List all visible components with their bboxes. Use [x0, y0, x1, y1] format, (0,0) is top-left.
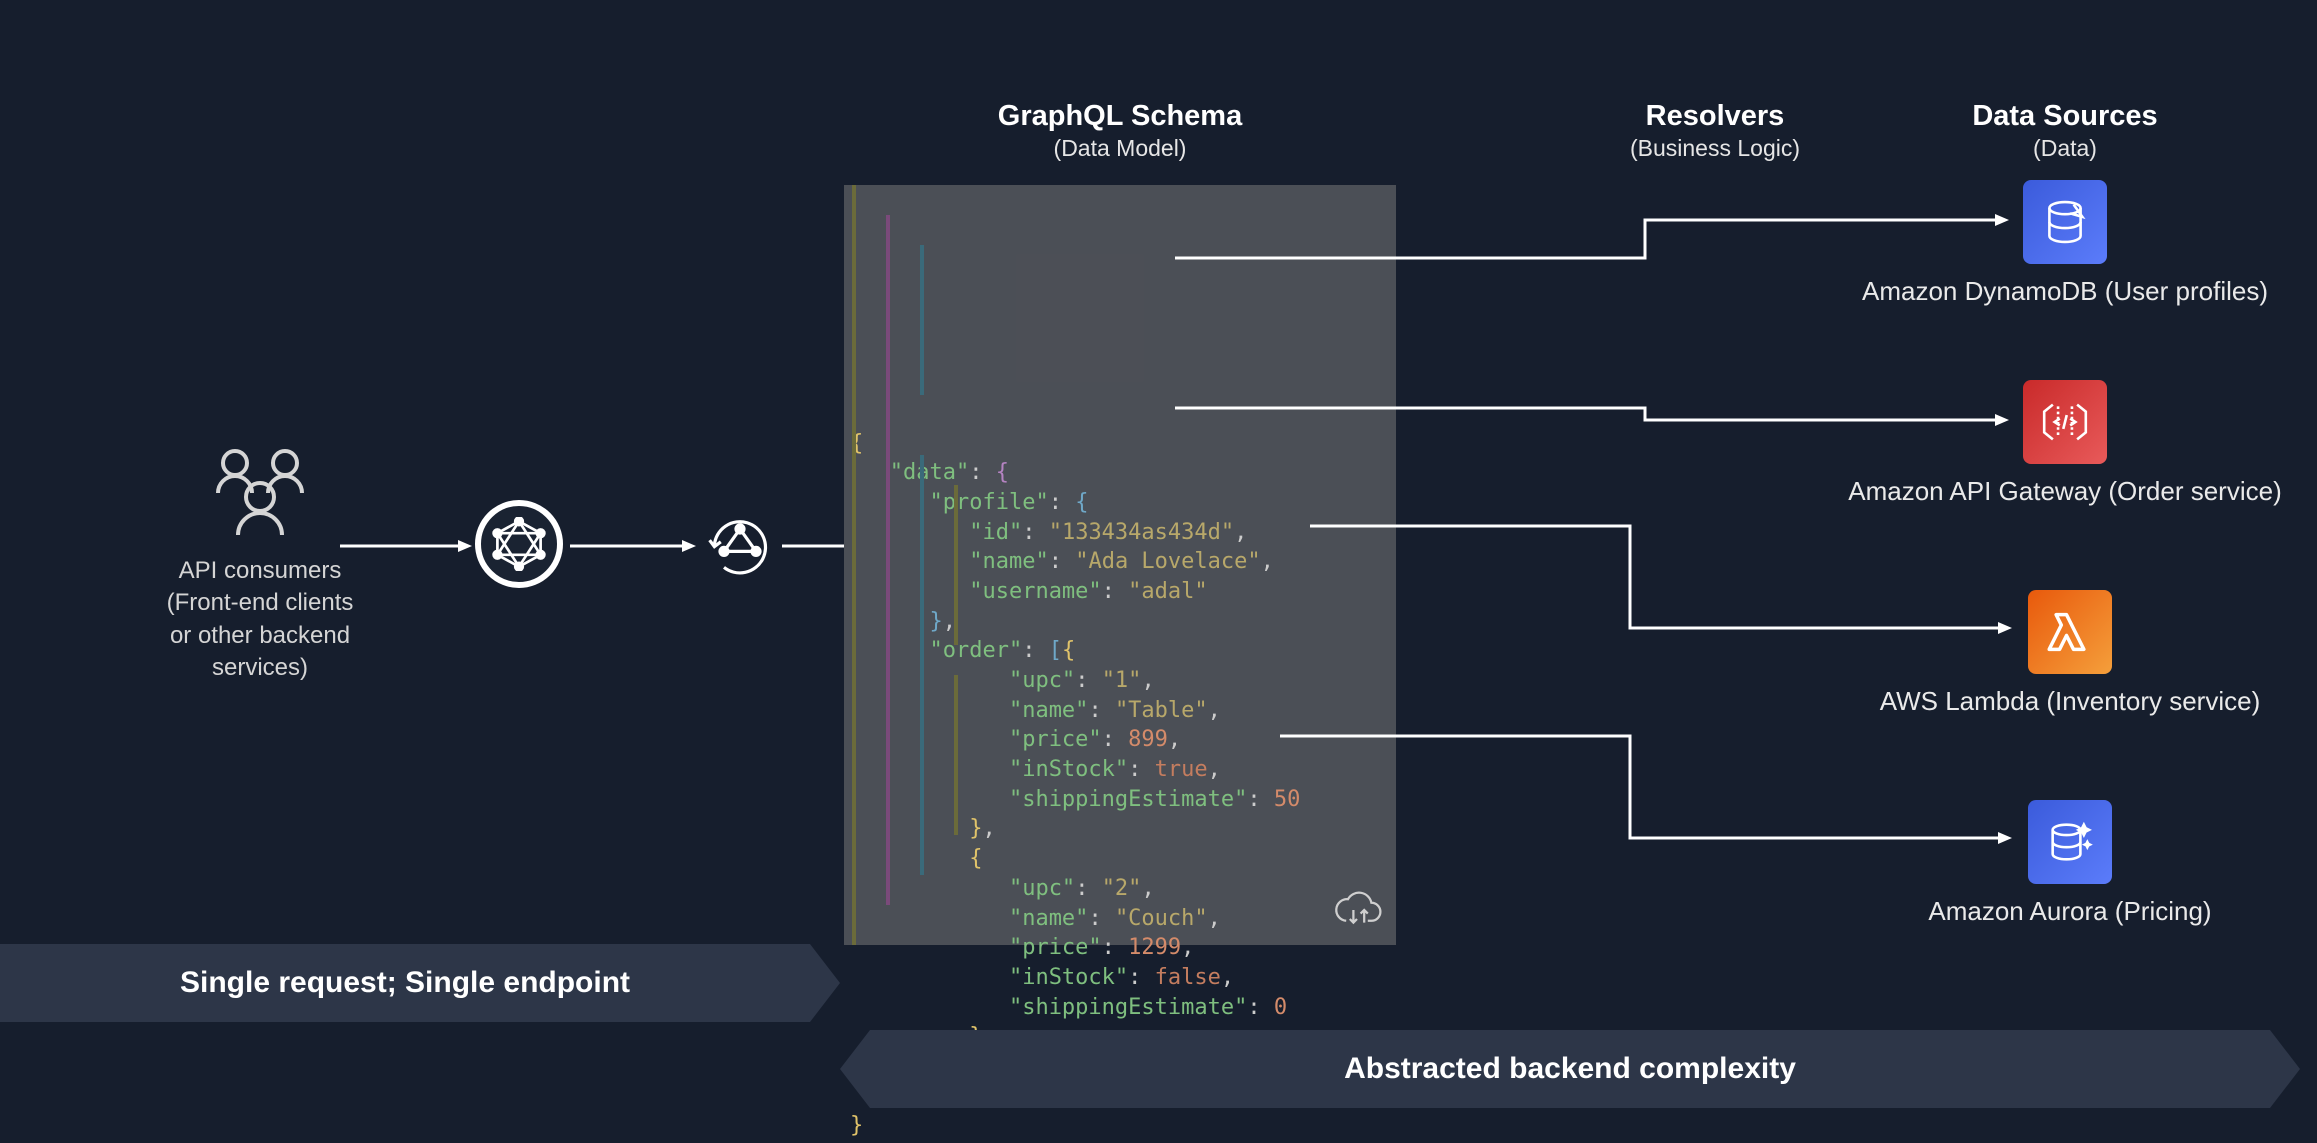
consumers-label: API consumers (Front-end clients or othe…	[110, 555, 410, 685]
graphql-response-code: { "data": { "profile": { "id": "133434as…	[844, 185, 1396, 945]
dynamodb-icon	[2023, 180, 2107, 264]
schema-header: GraphQL Schema (Data Model)	[960, 100, 1280, 162]
lambda-icon	[2028, 590, 2112, 674]
users-icon	[190, 445, 330, 545]
banner-single-request: Single request; Single endpoint	[0, 944, 810, 1022]
resolvers-title: Resolvers	[1585, 100, 1845, 133]
datasources-title: Data Sources	[1935, 100, 2195, 133]
resolvers-subtitle: (Business Logic)	[1585, 135, 1845, 162]
datasource-lambda: AWS Lambda (Inventory service)	[1870, 590, 2270, 717]
datasource-dynamodb: Amazon DynamoDB (User profiles)	[1860, 180, 2270, 307]
datasources-subtitle: (Data)	[1935, 135, 2195, 162]
datasources-header: Data Sources (Data)	[1935, 100, 2195, 162]
datasource-aurora: Amazon Aurora (Pricing)	[1910, 800, 2230, 927]
aurora-icon	[2028, 800, 2112, 884]
cloud-upload-download-icon	[1330, 888, 1384, 932]
banner-abstracted-complexity: Abstracted backend complexity	[870, 1030, 2270, 1108]
schema-subtitle: (Data Model)	[960, 135, 1280, 162]
datasource-apigateway: Amazon API Gateway (Order service)	[1840, 380, 2290, 507]
resolvers-header: Resolvers (Business Logic)	[1585, 100, 1845, 162]
schema-title: GraphQL Schema	[960, 100, 1280, 133]
appsync-icon	[700, 505, 780, 585]
apigateway-icon	[2023, 380, 2107, 464]
graphql-icon	[475, 500, 563, 588]
